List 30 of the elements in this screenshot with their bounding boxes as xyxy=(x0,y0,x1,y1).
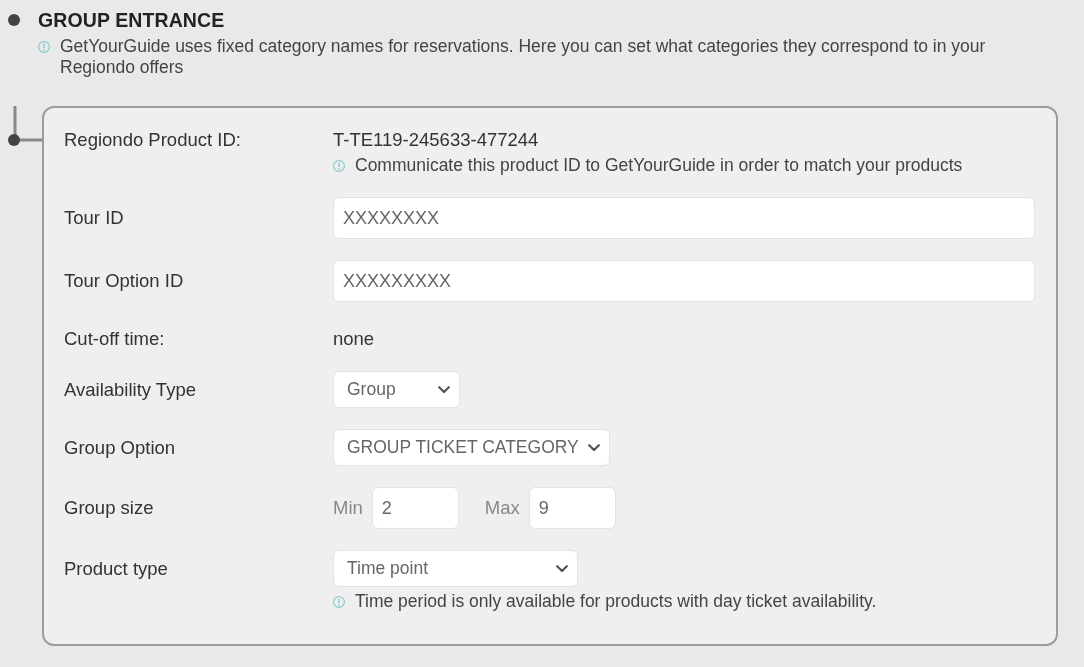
field-label: Group size xyxy=(64,497,155,519)
info-text: GetYourGuide uses fixed category names for reservations. Here you can set what categories they correspond to in your Regiondo offers xyxy=(60,36,987,78)
chevron-down-icon xyxy=(438,385,450,394)
max-input[interactable]: 9 xyxy=(528,487,616,529)
chevron-down-icon xyxy=(556,564,568,573)
min-label: Min xyxy=(333,497,363,519)
field-value: none xyxy=(333,328,375,350)
info-text: Time period is only available for products with day ticket availability. xyxy=(355,591,877,612)
text-input[interactable]: XXXXXXXX xyxy=(333,197,1035,239)
info-icon xyxy=(38,41,50,53)
info-icon xyxy=(333,160,345,172)
min-input[interactable]: 2 xyxy=(371,487,459,529)
field-label: Product type xyxy=(64,557,169,580)
field-label: Regiondo Product ID: xyxy=(64,129,242,151)
field-label: Tour Option ID xyxy=(64,270,185,292)
bullet-icon xyxy=(8,14,20,26)
dropdown-select[interactable]: Time point xyxy=(333,550,578,587)
field-label: Availability Type xyxy=(64,378,197,401)
field-value: T-TE119-245633-477244 xyxy=(333,129,539,151)
info-icon xyxy=(333,596,345,608)
dropdown-select[interactable]: Group xyxy=(333,371,460,408)
dropdown-select[interactable]: GROUP TICKET CATEGORY xyxy=(333,429,610,466)
field-label: Tour ID xyxy=(64,207,125,229)
info-text: Communicate this product ID to GetYourGuide in order to match your products xyxy=(355,155,963,176)
section-title: GROUP ENTRANCE xyxy=(38,9,226,31)
text-input[interactable]: XXXXXXXXX xyxy=(333,260,1035,302)
chevron-down-icon xyxy=(588,443,600,452)
max-label: Max xyxy=(484,497,520,519)
field-label: Group Option xyxy=(64,436,177,459)
field-label: Cut-off time: xyxy=(64,328,166,350)
